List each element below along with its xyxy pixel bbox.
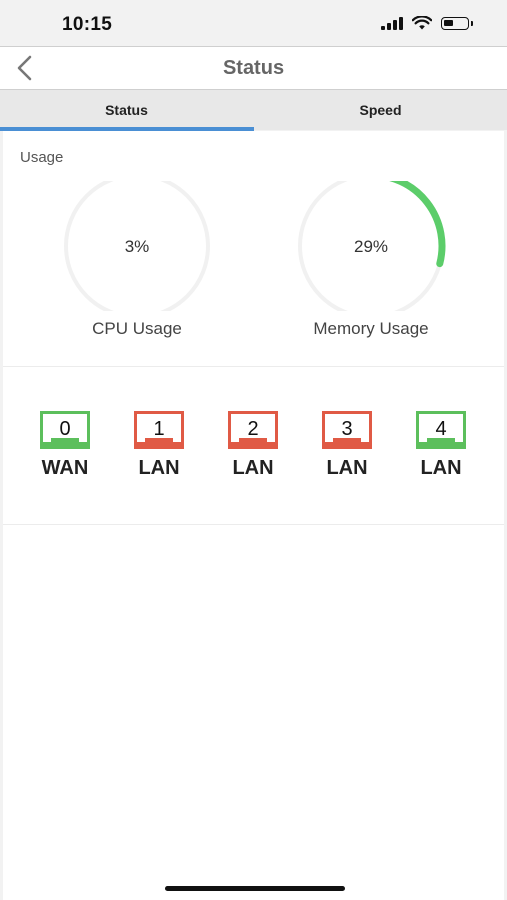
ethernet-port-icon: 1 [134,411,184,449]
tab-speed[interactable]: Speed [254,90,507,130]
section-title: Usage [20,149,64,166]
clock: 10:15 [62,14,113,35]
port-name: WAN [41,457,89,479]
ethernet-port-icon: 3 [322,411,372,449]
signal-icon [381,16,403,30]
port-wan-0[interactable]: 0 WAN [30,411,100,480]
port-lan-2[interactable]: 2 LAN [218,411,288,480]
divider [3,524,504,525]
ethernet-port-icon: 0 [40,411,90,449]
nav-bar: Status [0,46,507,90]
tab-status[interactable]: Status [0,90,253,130]
battery-icon [441,16,473,30]
cpu-usage-value: 3% [124,237,150,256]
ethernet-port-icon: 2 [228,411,278,449]
memory-usage-value: 29% [353,237,389,256]
memory-usage-label: Memory Usage [313,319,429,338]
port-list: 0 WAN 1 LAN 2 LAN 3 LAN 4 LAN [3,411,504,491]
status-bar: 10:15 [0,0,507,46]
port-lan-1[interactable]: 1 LAN [124,411,194,480]
cpu-gauge: 3% [62,181,212,311]
memory-gauge: 29% [296,181,446,311]
tab-label: Speed [359,102,402,118]
status-icons [381,16,473,30]
port-lan-4[interactable]: 4 LAN [406,411,476,480]
cpu-usage-label: CPU Usage [92,319,182,338]
page-title: Status [222,57,285,79]
port-name: LAN [420,457,462,479]
tab-bar: Status Speed [0,90,507,130]
ethernet-port-icon: 4 [416,411,466,449]
port-name: LAN [326,457,368,479]
status-panel: Usage 3% CPU Usage 29% Memory Usage 0 WA… [3,131,504,900]
home-indicator [165,886,345,891]
port-name: LAN [138,457,180,479]
tab-label: Status [105,102,148,118]
port-name: LAN [232,457,274,479]
divider [3,366,504,367]
wifi-icon [412,16,432,30]
port-lan-3[interactable]: 3 LAN [312,411,382,480]
